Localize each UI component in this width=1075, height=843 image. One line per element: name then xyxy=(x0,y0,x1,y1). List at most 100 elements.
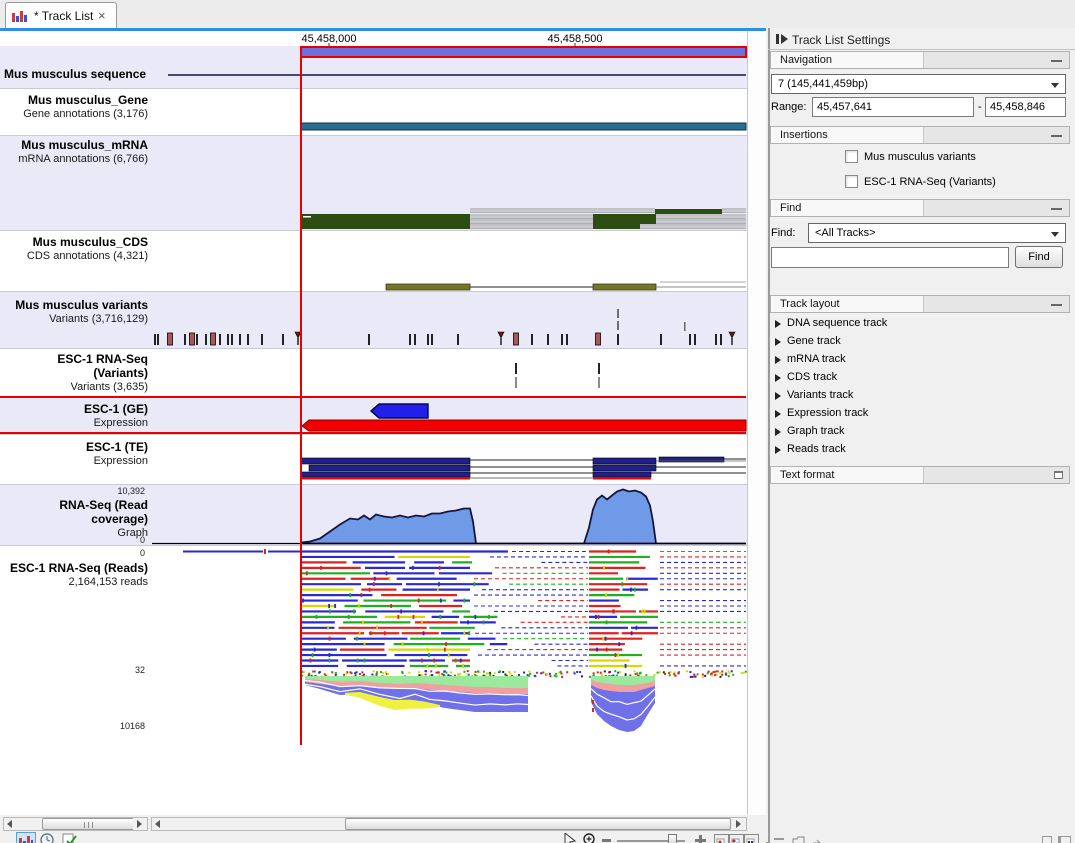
history-view-button[interactable] xyxy=(40,833,55,843)
folder-icon[interactable] xyxy=(792,834,806,843)
expand-icon[interactable] xyxy=(775,428,781,436)
section-header-text-format[interactable]: Text format xyxy=(770,466,1070,484)
scroll-right-icon[interactable] xyxy=(133,818,147,830)
track-separator xyxy=(0,291,747,292)
zoom-in-tool-icon[interactable] xyxy=(583,833,598,843)
dock-arrow-icon[interactable] xyxy=(812,835,824,843)
section-header-navigation[interactable]: Navigation xyxy=(770,51,1070,69)
report-view-button[interactable] xyxy=(62,833,78,843)
chevron-down-icon xyxy=(1051,232,1059,237)
track-label-gene[interactable]: Mus musculus_Gene Gene annotations (3,17… xyxy=(0,93,148,121)
track-label-mrna[interactable]: Mus musculus_mRNA mRNA annotations (6,76… xyxy=(0,138,148,166)
chevron-down-icon xyxy=(1051,83,1059,88)
ruler-tick-label: 45,458,500 xyxy=(547,33,602,45)
collapse-icon[interactable] xyxy=(1051,304,1062,306)
find-scope-label: Find: xyxy=(771,227,795,239)
scroll-left-icon[interactable] xyxy=(152,818,166,830)
fit-width-icon[interactable] xyxy=(714,834,729,843)
find-input[interactable] xyxy=(771,247,1009,268)
ruler-tick-label: 45,458,000 xyxy=(301,33,356,45)
track-list-view-button[interactable] xyxy=(16,832,36,843)
track-label-reads[interactable]: ESC-1 RNA-Seq (Reads) 2,164,153 reads xyxy=(0,561,148,589)
expand-icon[interactable] xyxy=(775,410,781,418)
track-label-variants[interactable]: Mus musculus variants Variants (3,716,12… xyxy=(0,298,148,326)
track-separator xyxy=(0,230,747,231)
track-label-ge[interactable]: ESC-1 (GE) Expression xyxy=(0,402,148,430)
reads-scale-top: 0 xyxy=(0,548,145,558)
scrollbar-thumb[interactable] xyxy=(345,818,731,830)
section-header-insertions[interactable]: Insertions xyxy=(770,126,1070,144)
layout-item-mrna[interactable]: mRNA track xyxy=(787,353,846,365)
vertical-scrollbar-lane[interactable] xyxy=(747,31,766,815)
track-separator xyxy=(0,348,747,349)
collapse-icon[interactable] xyxy=(1051,208,1062,210)
panel-divider xyxy=(768,49,1075,50)
chromosome-dropdown[interactable]: 7 (145,441,459bp) xyxy=(771,74,1066,94)
reads-scale-mid: 32 xyxy=(0,665,145,675)
data-area-scrollbar[interactable] xyxy=(151,817,747,831)
find-scope-dropdown[interactable]: <All Tracks> xyxy=(808,223,1066,243)
track-label-sequence[interactable]: Mus musculus sequence xyxy=(4,67,146,81)
expand-icon[interactable] xyxy=(775,392,781,400)
selection-cursor-icon[interactable] xyxy=(564,833,577,843)
track-label-esc-variants[interactable]: ESC-1 RNA-Seq (Variants) Variants (3,635… xyxy=(0,352,148,394)
zoom-slider-thumb[interactable] xyxy=(668,834,677,843)
section-header-track-layout[interactable]: Track layout xyxy=(770,295,1070,313)
zoom-100-icon[interactable] xyxy=(744,834,759,843)
zoom-out-icon[interactable] xyxy=(602,839,611,842)
layout-item-expression[interactable]: Expression track xyxy=(787,407,868,419)
layout-item-dna-sequence[interactable]: DNA sequence track xyxy=(787,317,887,329)
graph-scale-max: 10,392 xyxy=(0,486,145,496)
expand-icon[interactable] xyxy=(775,374,781,382)
track-label-te[interactable]: ESC-1 (TE) Expression xyxy=(0,440,148,468)
label-column-scrollbar[interactable] xyxy=(3,817,148,831)
application-window: * Track List × 45,458,000 45,458,500 Mus… xyxy=(0,0,1075,843)
expand-icon[interactable] xyxy=(775,446,781,454)
track-separator xyxy=(0,545,747,546)
expand-icon[interactable] xyxy=(775,338,781,346)
range-to-input[interactable]: 45,458,846 xyxy=(985,97,1066,117)
section-header-find[interactable]: Find xyxy=(770,199,1070,217)
find-button[interactable]: Find xyxy=(1015,246,1063,268)
track-separator xyxy=(0,135,747,136)
expand-icon[interactable] xyxy=(775,356,781,364)
checkbox-mus-variants[interactable] xyxy=(845,150,858,163)
layout-item-gene[interactable]: Gene track xyxy=(787,335,841,347)
zoom-plus-icon xyxy=(699,835,702,843)
expand-icon[interactable] xyxy=(775,320,781,328)
checkbox-label: ESC-1 RNA-Seq (Variants) xyxy=(864,176,996,188)
layout-item-variants[interactable]: Variants track xyxy=(787,389,853,401)
collapse-icon[interactable] xyxy=(1051,60,1062,62)
tab-bar: * Track List × xyxy=(0,0,1075,28)
range-from-input[interactable]: 45,457,641 xyxy=(812,97,974,117)
range-label: Range: xyxy=(771,101,806,113)
track-separator xyxy=(0,434,747,435)
tab-track-list[interactable]: * Track List × xyxy=(5,2,117,28)
panel-collapse-icon xyxy=(781,34,788,44)
tab-title: * Track List xyxy=(34,9,93,23)
clock-icon xyxy=(40,833,55,843)
layout-item-cds[interactable]: CDS track xyxy=(787,371,837,383)
layout-item-reads[interactable]: Reads track xyxy=(787,443,846,455)
track-label-coverage[interactable]: RNA-Seq (Read coverage) Graph xyxy=(0,498,148,540)
tab-close-icon[interactable]: × xyxy=(98,8,106,23)
zoom-selection-icon[interactable] xyxy=(729,834,744,843)
save-settings-icon[interactable] xyxy=(1058,836,1071,843)
checkbox-label: Mus musculus variants xyxy=(864,151,976,163)
scroll-right-icon[interactable] xyxy=(732,818,746,830)
settings-panel-title: Track List Settings xyxy=(792,33,890,47)
expand-box-icon[interactable] xyxy=(1054,471,1063,479)
track-label-cds[interactable]: Mus musculus_CDS CDS annotations (4,321) xyxy=(0,235,148,263)
track-list-icon xyxy=(12,9,30,23)
track-separator xyxy=(0,484,747,485)
scroll-left-icon[interactable] xyxy=(4,818,18,830)
help-icon[interactable] xyxy=(1042,836,1052,843)
layout-item-graph[interactable]: Graph track xyxy=(787,425,844,437)
checkbox-esc-variants[interactable] xyxy=(845,175,858,188)
track-separator xyxy=(0,88,747,89)
collapse-icon[interactable] xyxy=(1051,135,1062,137)
scrollbar-thumb[interactable] xyxy=(42,818,135,830)
panel-collapse-icon[interactable] xyxy=(776,34,779,44)
panel-minimize-icon[interactable] xyxy=(774,838,784,840)
reads-scale-bottom: 10168 xyxy=(0,721,145,731)
